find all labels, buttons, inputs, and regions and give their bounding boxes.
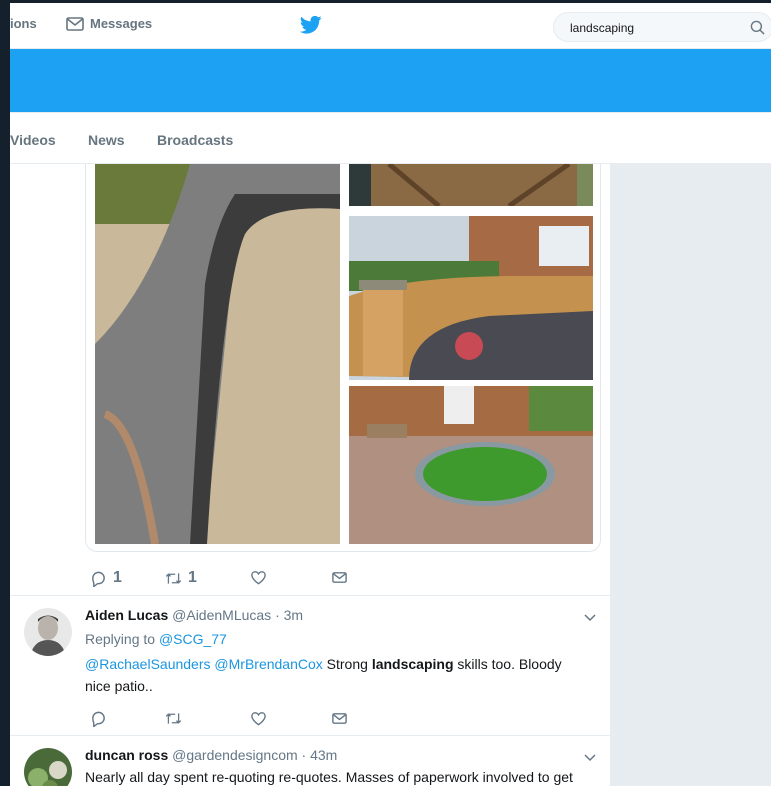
tweet-header: duncan ross @gardendesigncom · 43m — [85, 747, 337, 763]
photo-gate[interactable] — [349, 164, 593, 206]
retweet-count: 1 — [188, 569, 197, 586]
tweet-text: Nearly all day spent re-quoting re-quote… — [85, 769, 573, 785]
chevron-down-icon[interactable] — [583, 610, 597, 624]
like-button[interactable] — [250, 569, 267, 586]
reply-icon — [92, 711, 105, 727]
photo-circular-lawn[interactable] — [349, 386, 593, 544]
media-grid — [85, 164, 601, 552]
replying-to: Replying to @SCG_77 — [85, 631, 227, 647]
tab-videos[interactable]: Videos — [10, 132, 56, 148]
tab-news[interactable]: News — [88, 132, 125, 148]
tab-broadcasts[interactable]: Broadcasts — [157, 132, 233, 148]
dm-button[interactable] — [331, 569, 348, 586]
dm-icon — [332, 572, 347, 583]
nav-messages-label: Messages — [90, 16, 153, 31]
reply-button[interactable] — [90, 710, 107, 727]
window-frame-top — [0, 0, 771, 3]
search-tabs: Videos News Broadcasts — [0, 113, 771, 164]
user-handle[interactable]: @AidenMLucas · 3m — [172, 607, 303, 623]
avatar[interactable] — [24, 608, 72, 656]
nav-notifications[interactable]: ions — [10, 16, 37, 31]
reply-button[interactable]: 1 — [90, 569, 122, 587]
mail-icon — [66, 16, 84, 31]
mention-link[interactable]: @MrBrendanCox — [214, 656, 322, 672]
tweet-duncan-ross[interactable]: duncan ross @gardendesigncom · 43m Nearl… — [10, 735, 610, 786]
profile-banner — [0, 49, 771, 112]
search-icon[interactable] — [750, 20, 765, 35]
search-input[interactable] — [568, 20, 732, 36]
tweet-text-part: Strong — [322, 656, 372, 672]
twitter-bird-icon[interactable] — [300, 15, 322, 35]
user-handle[interactable]: @gardendesigncom · 43m — [172, 747, 337, 763]
retweet-icon — [165, 572, 182, 584]
mention-link[interactable]: @RachaelSaunders — [85, 656, 211, 672]
like-icon — [251, 712, 266, 726]
replying-prefix: Replying to — [85, 631, 159, 647]
top-navigation: ions Messages — [0, 3, 771, 49]
like-button[interactable] — [250, 710, 267, 727]
retweet-button[interactable]: 1 — [165, 569, 197, 587]
tweet-aiden-lucas[interactable]: Aiden Lucas @AidenMLucas · 3m Replying t… — [10, 595, 610, 736]
reply-icon — [92, 571, 105, 587]
tweet-text: @RachaelSaunders @MrBrendanCox Strong la… — [85, 653, 590, 697]
user-name[interactable]: Aiden Lucas — [85, 607, 168, 623]
reply-count: 1 — [113, 569, 122, 586]
search-keyword: landscaping — [371, 656, 454, 672]
photo-driveway[interactable] — [95, 164, 340, 544]
replying-to-link[interactable]: @SCG_77 — [159, 631, 227, 647]
search-box[interactable] — [553, 12, 771, 42]
avatar[interactable] — [24, 748, 72, 786]
right-sidebar — [610, 164, 771, 786]
tweet-header: Aiden Lucas @AidenMLucas · 3m — [85, 607, 303, 623]
user-name[interactable]: duncan ross — [85, 747, 168, 763]
retweet-icon — [165, 713, 182, 724]
dm-icon — [332, 713, 347, 724]
window-frame-left — [0, 0, 10, 786]
photo-brick-wall-patio[interactable] — [349, 216, 593, 380]
timeline: 1 1 Aiden Lucas @AidenMLucas · 3m Replyi… — [10, 164, 610, 786]
dm-button[interactable] — [331, 710, 348, 727]
nav-messages[interactable]: Messages — [66, 16, 152, 31]
like-icon — [251, 571, 266, 585]
retweet-button[interactable] — [165, 710, 182, 727]
chevron-down-icon[interactable] — [583, 750, 597, 764]
